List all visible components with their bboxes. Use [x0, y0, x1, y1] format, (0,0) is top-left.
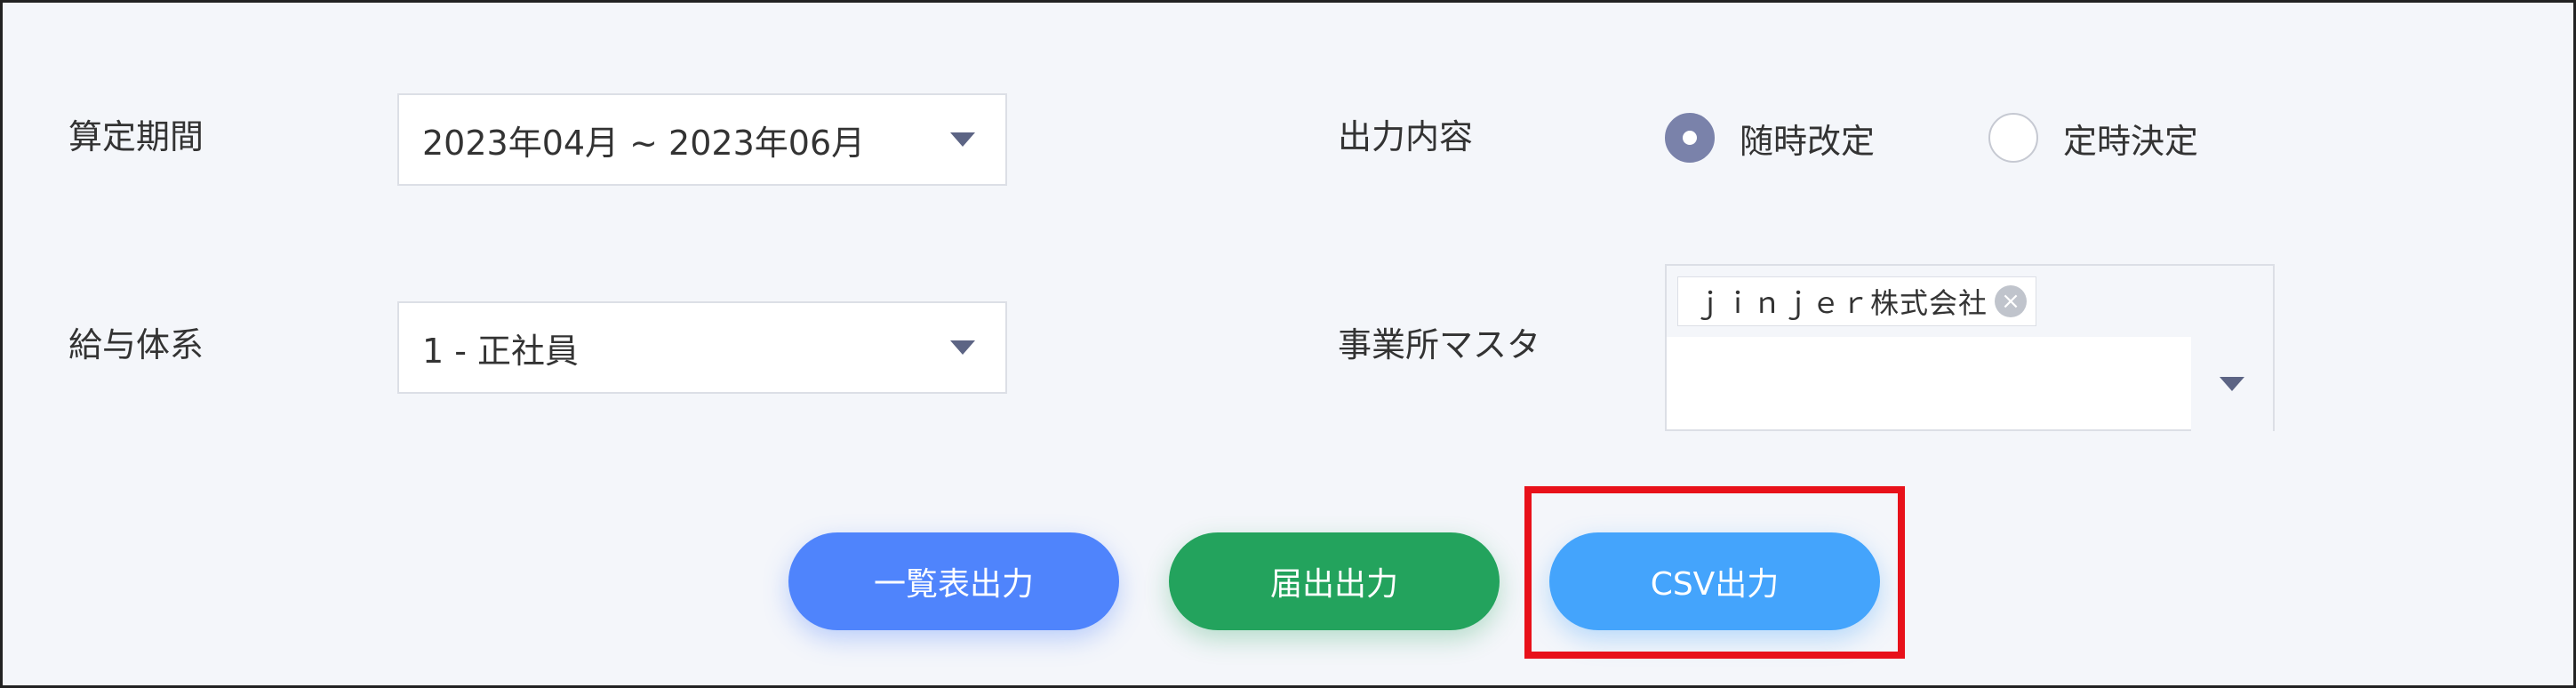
office-master-label: 事業所マスタ: [1338, 325, 1541, 364]
radio-ad-hoc-revision[interactable]: 随時改定: [1665, 113, 1875, 163]
office-master-multiselect[interactable]: ｊｉｎｊｅｒ株式会社 ×: [1665, 264, 2275, 431]
office-master-tag: ｊｉｎｊｅｒ株式会社 ×: [1677, 276, 2037, 326]
settings-panel: 算定期間 2023年04月 ~ 2023年06月 出力内容 随時改定 定時決定 …: [0, 0, 2576, 688]
caret-down-icon: [2220, 377, 2244, 391]
period-select[interactable]: 2023年04月 ~ 2023年06月: [397, 93, 1007, 186]
notification-output-button[interactable]: 届出出力: [1169, 532, 1500, 630]
period-label: 算定期間: [68, 117, 204, 156]
list-output-button[interactable]: 一覧表出力: [788, 532, 1119, 630]
period-select-value: 2023年04月 ~ 2023年06月: [422, 123, 866, 163]
radio-ad-hoc-revision-label: 随時改定: [1740, 121, 1876, 161]
pay-system-select-value: 1 - 正社員: [422, 331, 580, 371]
radio-checked-icon: [1665, 113, 1715, 163]
output-content-radio-group: 随時改定 定時決定: [1665, 113, 2312, 163]
output-content-label: 出力内容: [1338, 117, 1474, 156]
office-master-dropdown-toggle[interactable]: [2191, 337, 2273, 431]
caret-down-icon: [950, 340, 975, 355]
office-master-tag-label: ｊｉｎｊｅｒ株式会社: [1694, 286, 1988, 320]
radio-unchecked-icon: [1988, 113, 2039, 163]
radio-regular-determination-label: 定時決定: [2063, 121, 2199, 161]
close-circle-icon[interactable]: ×: [1995, 285, 2028, 317]
csv-output-button[interactable]: CSV出力: [1549, 532, 1880, 630]
pay-system-select[interactable]: 1 - 正社員: [397, 301, 1007, 394]
radio-regular-determination[interactable]: 定時決定: [1988, 113, 2198, 163]
caret-down-icon: [950, 132, 975, 147]
pay-system-label: 給与体系: [68, 325, 204, 364]
